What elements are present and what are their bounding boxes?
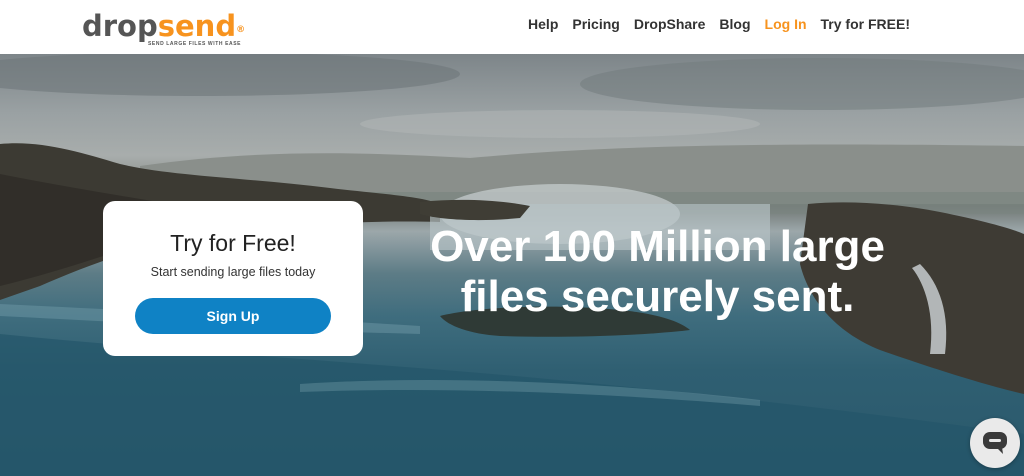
- nav-help[interactable]: Help: [528, 14, 558, 34]
- logo-wordmark: dropsend®: [82, 10, 245, 42]
- logo-send-text: send: [157, 9, 237, 43]
- headline-line-1: Over 100 Million large: [430, 222, 885, 271]
- nav-pricing[interactable]: Pricing: [572, 14, 619, 34]
- logo-drop-text: drop: [82, 9, 158, 43]
- signup-card-title: Try for Free!: [170, 230, 296, 256]
- chat-bubble-icon: [983, 432, 1007, 454]
- logo-registered-mark: ®: [236, 25, 246, 35]
- nav-login[interactable]: Log In: [765, 14, 807, 34]
- sign-up-button[interactable]: Sign Up: [135, 298, 331, 334]
- nav-try-free[interactable]: Try for FREE!: [821, 14, 910, 34]
- site-header: dropsend® SEND LARGE FILES WITH EASE Hel…: [0, 0, 1024, 54]
- headline-line-2: files securely sent.: [460, 272, 855, 321]
- nav-blog[interactable]: Blog: [719, 14, 750, 34]
- signup-card-subtitle: Start sending large files today: [150, 265, 316, 279]
- nav-dropshare[interactable]: DropShare: [634, 14, 706, 34]
- logo-tagline: SEND LARGE FILES WITH EASE: [148, 41, 242, 47]
- signup-card: Try for Free! Start sending large files …: [103, 201, 363, 356]
- chat-widget-button[interactable]: [970, 418, 1020, 468]
- hero-headline: Over 100 Million large files securely se…: [400, 222, 915, 322]
- main-nav: Help Pricing DropShare Blog Log In Try f…: [514, 14, 910, 34]
